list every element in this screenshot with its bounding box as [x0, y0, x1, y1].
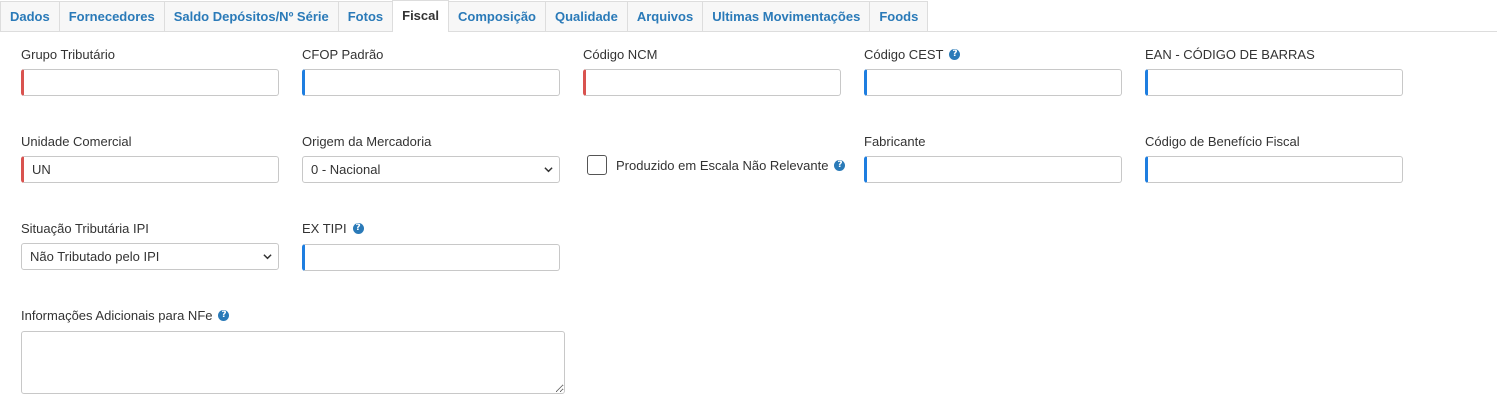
fabricante-label: Fabricante	[864, 134, 925, 149]
ean-input[interactable]	[1145, 69, 1403, 96]
info-adicionais-nfe-label: Informações Adicionais para NFe ?	[21, 308, 230, 323]
help-icon[interactable]: ?	[834, 160, 846, 171]
fabricante-label-text: Fabricante	[864, 134, 926, 149]
unidade-comercial-label-text: Unidade Comercial	[21, 134, 132, 149]
grupo-tributario-label-text: Grupo Tributário	[21, 47, 115, 62]
tab-composicao[interactable]: Composição	[447, 1, 546, 31]
help-icon[interactable]: ?	[949, 49, 961, 60]
ex-tipi-label: EX TIPI ?	[302, 221, 364, 236]
situacao-tributaria-ipi-selected: Não Tributado pelo IPI	[30, 249, 160, 264]
tab-bar: Dados Fornecedores Saldo Depósitos/Nº Sé…	[0, 0, 1497, 32]
origem-mercadoria-label-text: Origem da Mercadoria	[302, 134, 432, 149]
tab-dados[interactable]: Dados	[0, 1, 60, 31]
ean-label: EAN - CÓDIGO DE BARRAS	[1145, 47, 1315, 62]
situacao-tributaria-ipi-label-text: Situação Tributária IPI	[21, 221, 149, 236]
codigo-ncm-label: Código NCM	[583, 47, 657, 62]
grupo-tributario-label: Grupo Tributário	[21, 47, 115, 62]
tab-ultimas-movimentacoes[interactable]: Ultimas Movimentações	[702, 1, 871, 31]
codigo-beneficio-fiscal-input[interactable]	[1145, 156, 1403, 183]
situacao-tributaria-ipi-label: Situação Tributária IPI	[21, 221, 149, 236]
tab-fotos[interactable]: Fotos	[337, 1, 394, 31]
codigo-cest-label: Código CEST ?	[864, 47, 961, 62]
situacao-tributaria-ipi-select[interactable]: Não Tributado pelo IPI	[21, 243, 279, 270]
info-adicionais-nfe-textarea[interactable]	[21, 331, 565, 394]
escala-nao-relevante-label: Produzido em Escala Não Relevante ?	[616, 158, 846, 173]
fabricante-input[interactable]	[864, 156, 1122, 183]
codigo-ncm-label-text: Código NCM	[583, 47, 658, 62]
unidade-comercial-input[interactable]	[21, 156, 279, 183]
codigo-cest-label-text: Código CEST	[864, 47, 944, 62]
help-icon[interactable]: ?	[352, 223, 364, 234]
escala-nao-relevante-checkbox[interactable]	[587, 155, 607, 175]
cfop-padrao-input[interactable]	[302, 69, 560, 96]
escala-nao-relevante-label-text: Produzido em Escala Não Relevante	[616, 158, 829, 173]
tab-fiscal[interactable]: Fiscal	[392, 0, 449, 32]
tab-fornecedores[interactable]: Fornecedores	[58, 1, 165, 31]
info-adicionais-nfe-label-text: Informações Adicionais para NFe	[21, 308, 213, 323]
tab-arquivos[interactable]: Arquivos	[626, 1, 704, 31]
cfop-padrao-label-text: CFOP Padrão	[302, 47, 384, 62]
origem-mercadoria-select[interactable]: 0 - Nacional	[302, 156, 560, 183]
chevron-down-icon	[263, 254, 272, 260]
codigo-beneficio-fiscal-label-text: Código de Benefício Fiscal	[1145, 134, 1300, 149]
codigo-ncm-input[interactable]	[583, 69, 841, 96]
ex-tipi-label-text: EX TIPI	[302, 221, 347, 236]
help-icon[interactable]: ?	[218, 310, 230, 321]
unidade-comercial-label: Unidade Comercial	[21, 134, 132, 149]
cfop-padrao-label: CFOP Padrão	[302, 47, 383, 62]
tab-foods[interactable]: Foods	[869, 1, 929, 31]
chevron-down-icon	[544, 167, 553, 173]
codigo-cest-input[interactable]	[864, 69, 1122, 96]
ex-tipi-input[interactable]	[302, 244, 560, 271]
origem-mercadoria-selected: 0 - Nacional	[311, 162, 381, 177]
grupo-tributario-input[interactable]	[21, 69, 279, 96]
origem-mercadoria-label: Origem da Mercadoria	[302, 134, 431, 149]
codigo-beneficio-fiscal-label: Código de Benefício Fiscal	[1145, 134, 1300, 149]
ean-label-text: EAN - CÓDIGO DE BARRAS	[1145, 47, 1315, 62]
tab-qualidade[interactable]: Qualidade	[545, 1, 628, 31]
tab-saldo-depositos[interactable]: Saldo Depósitos/Nº Série	[163, 1, 339, 31]
